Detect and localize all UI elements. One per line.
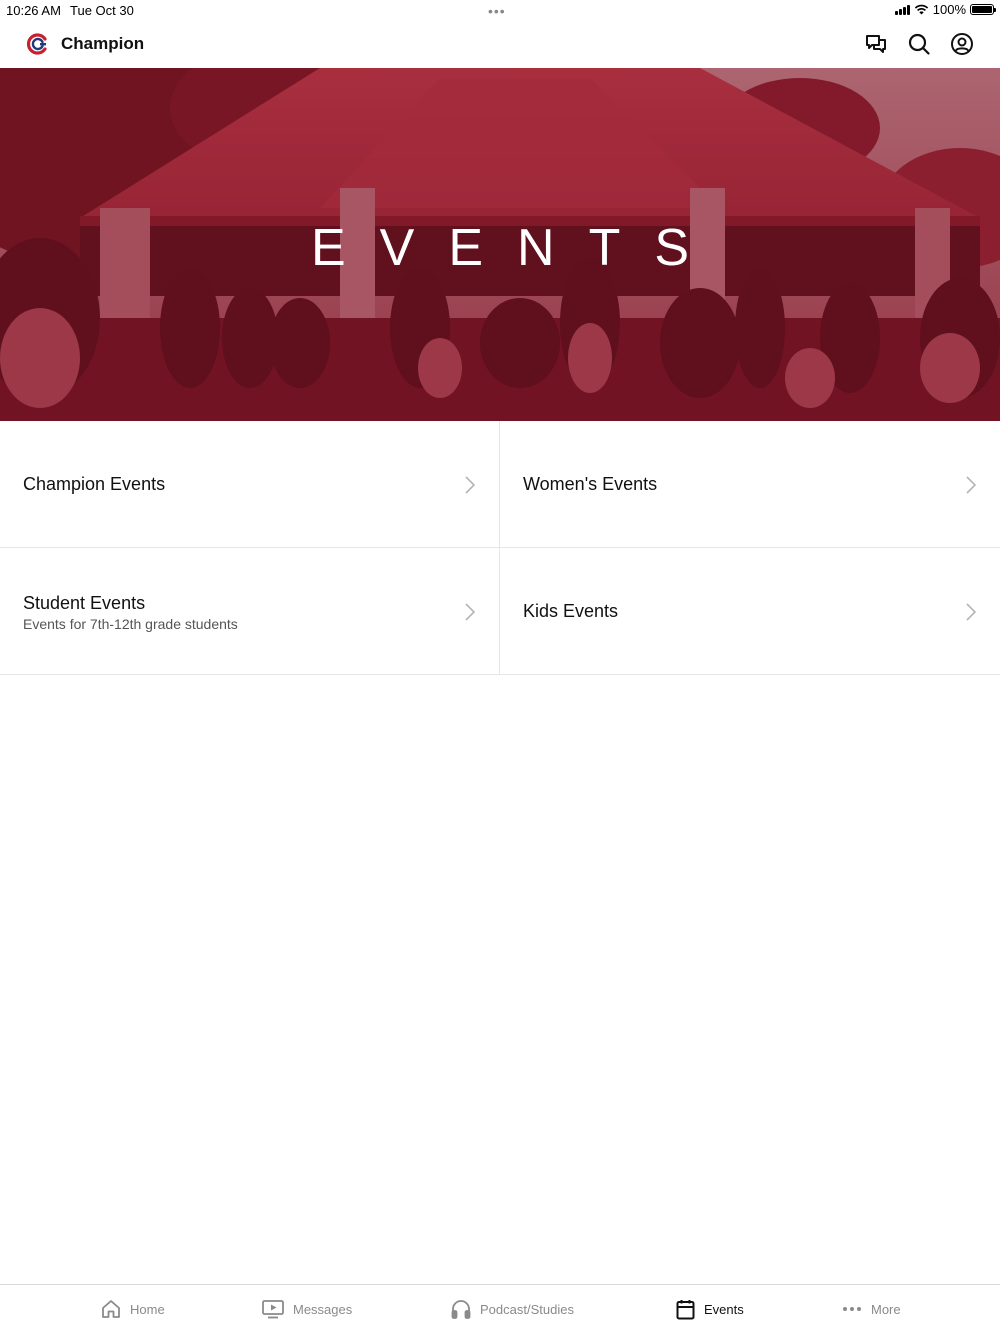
status-indicators: 100% — [894, 2, 996, 17]
tab-home[interactable]: Home — [101, 1299, 165, 1319]
tab-events[interactable]: Events — [676, 1299, 744, 1320]
chat-icon[interactable] — [864, 32, 888, 56]
battery-percent: 100% — [932, 2, 966, 17]
hero-banner: EVENTS — [0, 68, 1000, 421]
more-icon — [843, 1307, 861, 1311]
tab-podcast-studies[interactable]: Podcast/Studies — [451, 1299, 574, 1319]
tab-bar: Home Messages Podcast/Studies Events Mor… — [0, 1284, 1000, 1334]
status-date: Tue Oct 30 — [70, 3, 134, 18]
chevron-right-icon — [966, 476, 976, 494]
wifi-icon — [914, 4, 928, 15]
signal-icon — [894, 4, 910, 15]
chevron-right-icon — [966, 603, 976, 621]
tab-label: Home — [130, 1301, 165, 1317]
category-student-events[interactable]: Student Events Events for 7th-12th grade… — [0, 548, 500, 675]
category-womens-events[interactable]: Women's Events — [500, 421, 1000, 548]
multitask-grabber[interactable]: ••• — [488, 3, 506, 19]
champion-logo-icon[interactable] — [26, 32, 50, 56]
chevron-right-icon — [465, 476, 475, 494]
tab-label: Events — [704, 1302, 744, 1317]
status-bar: 10:26 AM Tue Oct 30 ••• 100% — [0, 0, 1000, 20]
category-champion-events[interactable]: Champion Events — [0, 421, 500, 548]
category-title: Kids Events — [523, 601, 619, 621]
header-actions — [864, 32, 974, 56]
app-header: Champion — [0, 20, 1000, 68]
battery-icon — [970, 4, 996, 15]
category-kids-events[interactable]: Kids Events — [500, 548, 1000, 675]
tab-messages[interactable]: Messages — [262, 1299, 352, 1319]
tab-label: Messages — [293, 1301, 353, 1317]
category-title: Champion Events — [23, 474, 166, 494]
hero-title: EVENTS — [310, 219, 724, 277]
headphones-icon — [451, 1300, 471, 1319]
calendar-icon — [676, 1300, 695, 1320]
tab-label: More — [871, 1301, 901, 1317]
app-title: Champion — [61, 34, 145, 53]
category-title: Women's Events — [523, 474, 658, 494]
category-subtitle: Events for 7th-12th grade students — [23, 616, 238, 632]
chevron-right-icon — [465, 603, 475, 621]
search-icon[interactable] — [907, 32, 931, 56]
profile-icon[interactable] — [950, 32, 974, 56]
tab-label: Podcast/Studies — [480, 1301, 574, 1317]
category-title: Student Events — [23, 593, 146, 613]
tab-more[interactable]: More — [842, 1299, 901, 1319]
status-time: 10:26 AM — [6, 3, 61, 18]
home-icon — [102, 1300, 120, 1318]
video-icon — [262, 1300, 284, 1319]
